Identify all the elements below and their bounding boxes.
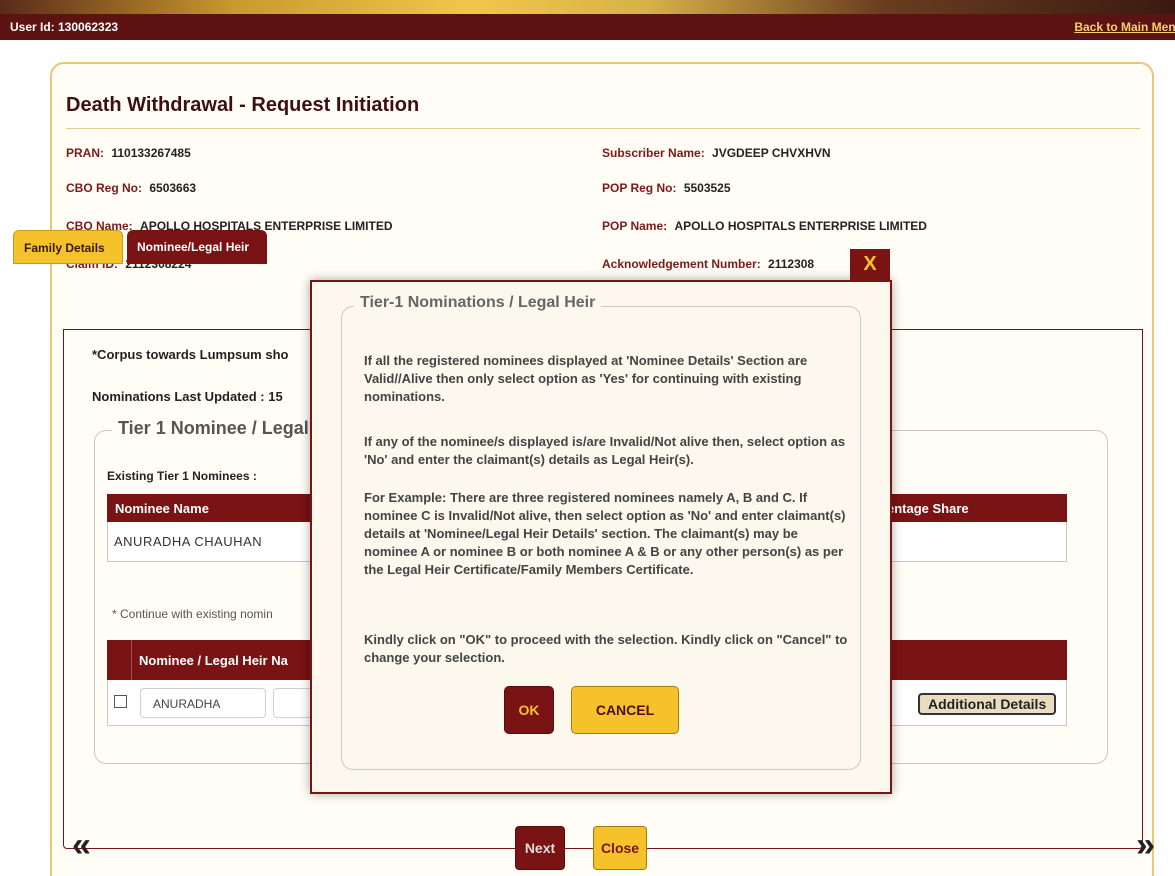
- subscriber-value: JVGDEEP CHVXHVN: [712, 146, 831, 160]
- cbo-reg-value: 6503663: [149, 181, 197, 195]
- nominee-name-col: Nominee Name: [115, 501, 209, 516]
- cbo-reg-field: CBO Reg No: 6503663: [66, 181, 196, 195]
- cancel-button[interactable]: CANCEL: [571, 686, 679, 734]
- modal-title: Tier-1 Nominations / Legal Heir: [354, 294, 602, 312]
- additional-details-button[interactable]: Additional Details: [918, 693, 1057, 715]
- pran-value: 110133267485: [111, 146, 191, 160]
- percentage-share-col: entage Share: [887, 501, 969, 516]
- top-banner: [0, 0, 1175, 14]
- close-button[interactable]: Close: [593, 826, 647, 870]
- next-arrow-icon[interactable]: »: [1136, 826, 1155, 865]
- subscriber-field: Subscriber Name: JVGDEEP CHVXHVN: [602, 146, 831, 160]
- modal-close-button[interactable]: X: [850, 249, 890, 280]
- modal-paragraph-2: If any of the nominee/s displayed is/are…: [364, 434, 846, 467]
- tab-family-details[interactable]: Family Details: [13, 230, 123, 264]
- pran-field: PRAN: 110133267485: [66, 146, 191, 160]
- title-divider: [66, 128, 1140, 129]
- user-bar: User Id: 130062323 Back to Main Menu: [0, 14, 1175, 40]
- cbo-reg-label: CBO Reg No:: [66, 181, 142, 195]
- pop-name-label: POP Name:: [602, 219, 668, 233]
- page-title: Death Withdrawal - Request Initiation: [66, 94, 420, 116]
- ok-button[interactable]: OK: [504, 686, 554, 734]
- ack-number-field: Acknowledgement Number: 2112308: [602, 257, 814, 271]
- next-button[interactable]: Next: [515, 826, 565, 870]
- continue-existing-label: * Continue with existing nomin: [112, 607, 273, 621]
- pop-reg-field: POP Reg No: 5503525: [602, 181, 731, 195]
- existing-nominees-label: Existing Tier 1 Nominees :: [107, 469, 257, 483]
- pop-reg-label: POP Reg No:: [602, 181, 677, 195]
- modal-paragraph-1: If all the registered nominees displayed…: [364, 353, 808, 404]
- corpus-note: *Corpus towards Lumpsum sho: [92, 347, 289, 362]
- prev-arrow-icon[interactable]: «: [72, 826, 91, 865]
- header-divider: [131, 640, 132, 680]
- subscriber-label: Subscriber Name:: [602, 146, 705, 160]
- first-name-input[interactable]: ANURADHA: [140, 688, 266, 718]
- nominations-last-updated: Nominations Last Updated : 15: [92, 389, 283, 404]
- tier1-fieldset-title: Tier 1 Nominee / Legal: [112, 418, 315, 439]
- modal-paragraph-3: For Example: There are three registered …: [364, 490, 846, 577]
- back-to-main-menu-link[interactable]: Back to Main Menu: [1074, 20, 1175, 34]
- pop-name-field: POP Name: APOLLO HOSPITALS ENTERPRISE LI…: [602, 219, 927, 233]
- pran-label: PRAN:: [66, 146, 104, 160]
- user-id: User Id: 130062323: [10, 20, 119, 34]
- legal-heir-checkbox[interactable]: [114, 695, 127, 708]
- legal-heir-name-col: Nominee / Legal Heir Na: [139, 653, 288, 668]
- pop-reg-value: 5503525: [683, 181, 731, 195]
- app-frame: User Id: 130062323 Back to Main Menu Dea…: [0, 0, 1175, 876]
- nominee-name-value: ANURADHA CHAUHAN: [114, 534, 263, 549]
- tab-nominee-legal-heir[interactable]: Nominee/Legal Heir: [127, 230, 267, 264]
- modal-paragraph-4: Kindly click on "OK" to proceed with the…: [364, 632, 848, 665]
- ack-number-value: 2112308: [768, 257, 815, 271]
- ack-number-label: Acknowledgement Number:: [602, 257, 761, 271]
- pop-name-value: APOLLO HOSPITALS ENTERPRISE LIMITED: [674, 219, 927, 233]
